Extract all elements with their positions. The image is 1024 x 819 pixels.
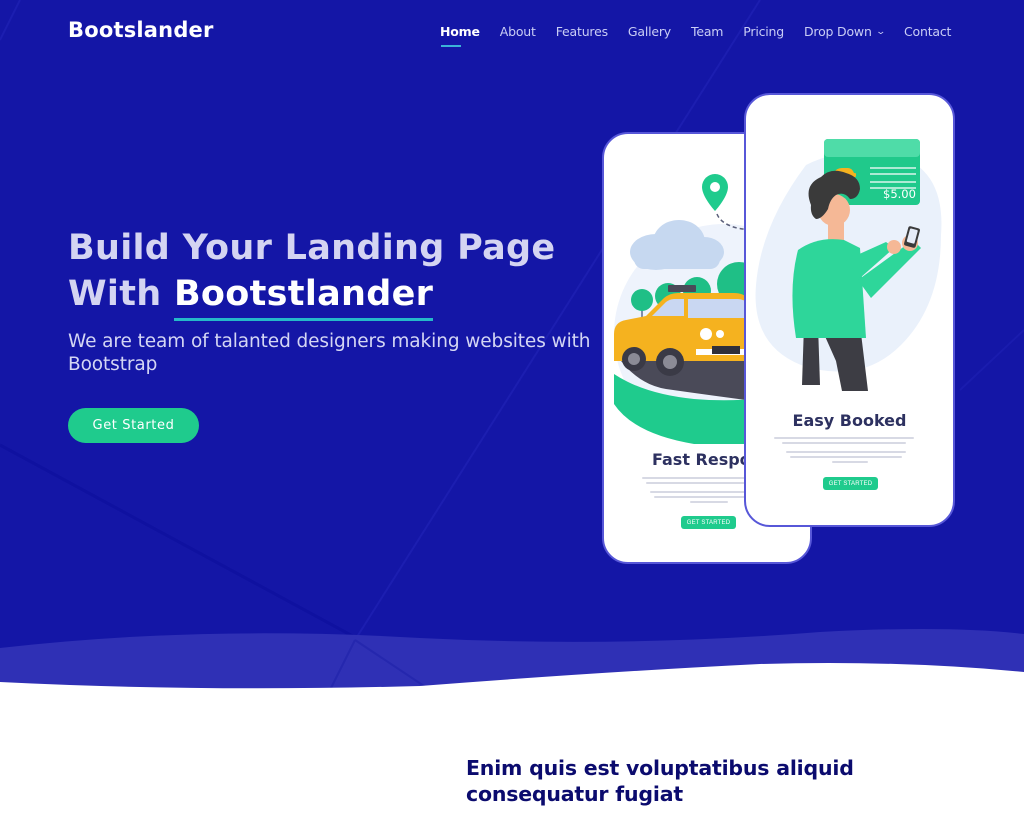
nav-item-contact[interactable]: Contact: [904, 24, 951, 39]
chevron-down-icon: ⌄: [875, 26, 886, 37]
hero-wave-divider: [0, 628, 1024, 700]
site-header: Bootslander Home About Features Gallery …: [0, 0, 1024, 64]
phone-mockup-easy-booked: $5.00 Easy Booked GET STARTED: [744, 93, 955, 527]
hero-section: Bootslander Home About Features Gallery …: [0, 0, 1024, 690]
main-nav: Home About Features Gallery Team Pricing…: [440, 24, 971, 47]
lorem-line: [786, 451, 906, 453]
hero-title-line1: Build Your Landing Page: [68, 228, 556, 268]
nav-item-home[interactable]: Home: [440, 24, 480, 47]
nav-item-gallery[interactable]: Gallery: [628, 24, 671, 39]
hero-subtitle: We are team of talanted designers making…: [68, 331, 591, 375]
nav-item-dropdown-label: Drop Down: [804, 24, 872, 39]
person-booking-illustration: [755, 139, 942, 391]
lorem-line: [832, 461, 868, 463]
site-logo[interactable]: Bootslander: [68, 18, 214, 42]
phone-get-started-button[interactable]: GET STARTED: [681, 516, 736, 529]
receipt-price: $5.00: [883, 187, 916, 201]
nav-item-dropdown[interactable]: Drop Down ⌄: [804, 24, 886, 39]
phone-get-started-button[interactable]: GET STARTED: [823, 477, 878, 490]
nav-item-features[interactable]: Features: [556, 24, 608, 39]
location-pin-icon: [702, 174, 728, 211]
nav-item-pricing[interactable]: Pricing: [743, 24, 784, 39]
hero-title-brand: Bootstlander: [173, 271, 434, 321]
nav-item-about[interactable]: About: [500, 24, 536, 39]
lorem-line: [790, 456, 902, 458]
lorem-line: [690, 501, 728, 503]
phone-title-easy-booked: Easy Booked: [792, 411, 907, 430]
lorem-line: [782, 442, 906, 444]
get-started-button[interactable]: Get Started: [68, 408, 199, 443]
hero-title-line2-prefix: With: [68, 274, 162, 314]
nav-item-team[interactable]: Team: [691, 24, 723, 39]
lorem-line: [774, 437, 914, 439]
section-title: Enim quis est voluptatibus aliquid conse…: [466, 756, 854, 806]
hero-title: Build Your Landing Page With Bootstlande…: [68, 225, 628, 321]
